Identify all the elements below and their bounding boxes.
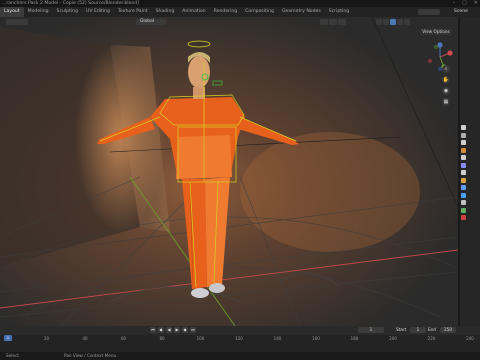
close-icon[interactable]: ✕ [474,0,478,7]
properties-tab-icon[interactable] [461,155,466,160]
viewport-scene[interactable] [0,17,458,326]
workspace-tab-modeling[interactable]: Modeling [24,7,53,17]
title-bar: ...ranchers Pack 2 Model - Copie (52) So… [0,0,480,7]
ruler-label: 40 [82,336,88,341]
workspace-tab-sculpting[interactable]: Sculpting [53,7,82,17]
workspace-tab-scripting[interactable]: Scripting [325,7,353,17]
end-frame-field[interactable]: 250 [440,327,456,333]
wireframe-shading-icon[interactable] [383,19,389,25]
maximize-icon[interactable]: ▢ [462,0,467,7]
workspace-tab-uv-editing[interactable]: UV Editing [82,7,114,17]
viewport-header: Global [0,17,458,27]
properties-tabs [461,125,466,220]
3d-viewport[interactable]: Global View Options ⌕ ✋ ◉ ▦ [0,17,458,326]
play-reverse-icon[interactable]: ◀ [166,327,172,333]
orientation-label: Global [140,19,155,24]
workspace-tab-geometry-nodes[interactable]: Geometry Nodes [278,7,325,17]
navigation-gizmo[interactable] [424,41,456,73]
gizmo-toggle-icon[interactable] [329,19,337,25]
xray-icon[interactable] [376,19,382,25]
scene-selector[interactable] [418,9,440,15]
start-label: Start [396,327,407,332]
workspace-tab-shading[interactable]: Shading [152,7,179,17]
ruler-label: 220 [427,336,436,341]
overlay-toggle-icon[interactable] [338,19,346,25]
ruler-label: 60 [120,336,127,341]
properties-tab-icon[interactable] [461,170,466,175]
end-label: End [428,327,436,332]
properties-tab-icon[interactable] [461,177,466,183]
workspace-tab-layout[interactable]: Layout [0,7,24,17]
ruler-label: 160 [312,336,320,341]
play-icon[interactable]: ▶ [174,327,180,333]
start-frame-field[interactable]: 1 [410,327,426,333]
ruler-label: 120 [235,336,243,341]
workspace-bar: Layout Modeling Sculpting UV Editing Texture… [0,7,480,17]
ruler-label: 140 [273,336,282,341]
rendered-shading-icon[interactable] [404,19,410,25]
frame-ruler[interactable]: 020406080100120140160180200220240 [0,335,480,343]
view-options-button[interactable]: View Options [420,29,452,35]
workspace-tabs: Layout Modeling Sculpting UV Editing Texture… [0,7,353,17]
status-bar: Select Pan View / Context Menu [0,352,480,360]
properties-tab-icon[interactable] [461,215,466,220]
next-keyframe-icon[interactable]: ◆ [182,327,188,333]
workspace-tab-animation[interactable]: Animation [178,7,209,17]
status-select: Select [6,353,19,358]
properties-tab-icon[interactable] [461,140,466,145]
properties-tab-icon[interactable] [461,207,466,213]
ruler-label: 20 [43,336,50,341]
visibility-icon[interactable] [320,19,328,25]
playhead-marker[interactable]: 1 [4,335,12,341]
ruler-label: 180 [350,336,359,341]
properties-tab-icon[interactable] [461,162,466,168]
prev-keyframe-icon[interactable]: ◆ [158,327,164,333]
window-controls: – ▢ ✕ [453,0,478,7]
shading-buttons [376,19,410,25]
mode-dropdown[interactable] [6,19,28,25]
properties-tab-icon[interactable] [461,125,466,130]
solid-shading-icon[interactable] [390,19,396,25]
workspace-tab-rendering[interactable]: Rendering [210,7,241,17]
workspace-tab-texture-paint[interactable]: Texture Paint [114,7,152,17]
workspace-tab-compositing[interactable]: Compositing [241,7,278,17]
jump-start-icon[interactable]: ⏮ [150,327,156,333]
status-pan: Pan View / Context Menu [64,353,117,358]
properties-tab-icon[interactable] [461,147,466,153]
playback-controls: ⏮ ◆ ◀ ▶ ◆ ⏭ [150,327,196,333]
current-frame-field[interactable]: 1 [358,327,384,333]
ruler-label: 80 [159,336,165,341]
properties-tab-icon[interactable] [461,192,466,198]
overlay-buttons [320,19,346,25]
ruler-label: 200 [389,336,397,341]
minimize-icon[interactable]: – [453,0,456,7]
ruler-label: 240 [466,336,474,341]
panel-divider[interactable] [458,17,460,326]
timeline-controls: ⏮ ◆ ◀ ▶ ◆ ⏭ 1 Start 1 End 250 [0,326,480,335]
scene-label[interactable]: Scene [454,8,468,16]
window-title: ...ranchers Pack 2 Model - Copie (52) So… [2,1,139,6]
ruler-label: 100 [196,336,205,341]
properties-tab-icon[interactable] [461,200,466,205]
material-shading-icon[interactable] [397,19,403,25]
grid-icon[interactable]: ▦ [442,98,450,106]
properties-tab-icon[interactable] [461,132,466,138]
zoom-icon[interactable]: ⌕ [442,65,450,73]
camera-view-icon[interactable]: ◉ [442,87,450,95]
pan-icon[interactable]: ✋ [442,76,450,84]
properties-panel [458,17,480,326]
properties-tab-icon[interactable] [461,185,466,190]
navigation-icons: ⌕ ✋ ◉ ▦ [442,65,450,106]
jump-end-icon[interactable]: ⏭ [190,327,196,333]
